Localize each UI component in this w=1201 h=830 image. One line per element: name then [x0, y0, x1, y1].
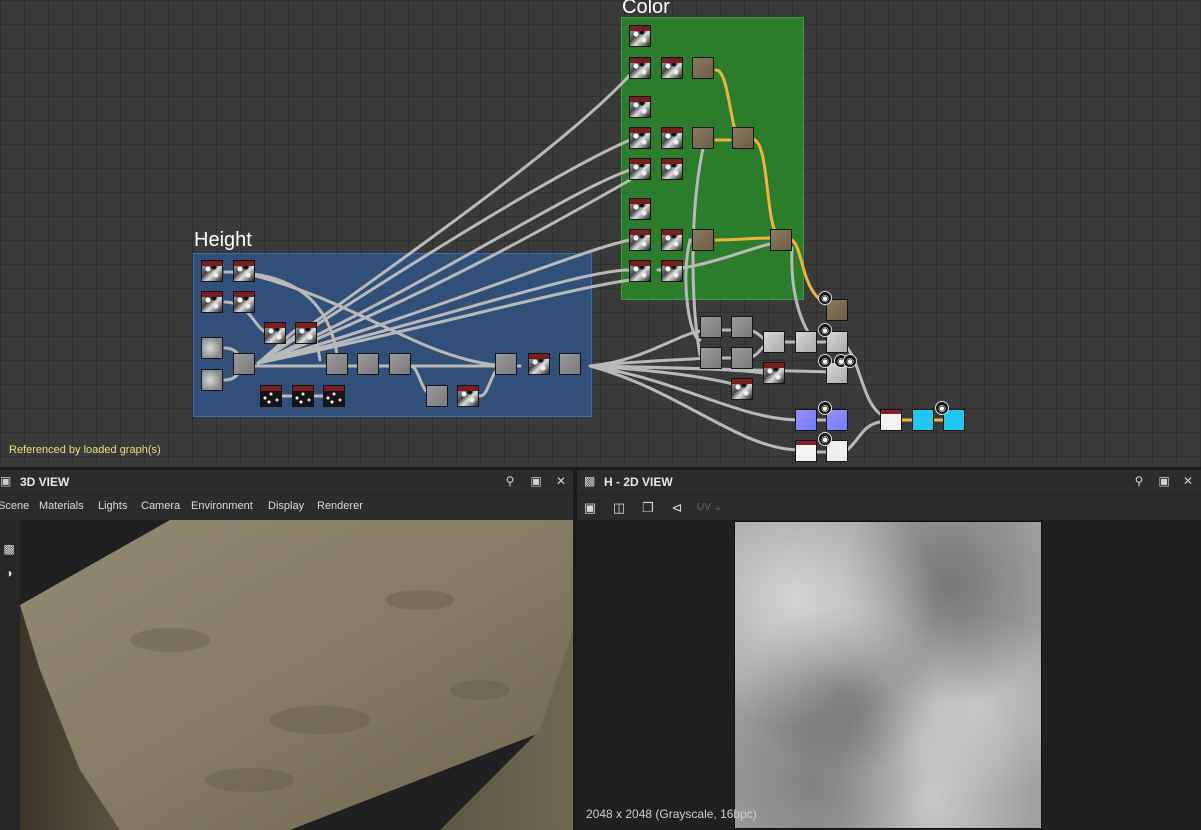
- graph-node[interactable]: [629, 57, 651, 79]
- graph-node[interactable]: [201, 260, 223, 282]
- texture-info: 2048 x 2048 (Grayscale, 16bpc): [586, 807, 757, 821]
- panel-3d-view: ▣ 3D VIEW ⚲ ▣ ✕ Scene Materials Lights C…: [0, 470, 573, 830]
- close-icon[interactable]: ✕: [554, 474, 568, 488]
- graph-node[interactable]: [770, 229, 792, 251]
- graph-node[interactable]: [528, 353, 550, 375]
- panel-2d-toolbar: ▣ ◫ ❐ ⊲ UV ⌄: [577, 496, 1201, 520]
- viewport-2d[interactable]: 2048 x 2048 (Grayscale, 16bpc): [577, 520, 1201, 830]
- panel-3d-title: 3D VIEW: [20, 475, 70, 489]
- panel-2d-view: ▩ H - 2D VIEW ⚲ ▣ ✕ ▣ ◫ ❐ ⊲ UV ⌄ 2048 x …: [577, 470, 1201, 830]
- graph-node[interactable]: [795, 409, 817, 431]
- output-badge-icon: ◉: [818, 291, 832, 305]
- viewport-3d[interactable]: [20, 520, 573, 830]
- graph-node[interactable]: [661, 127, 683, 149]
- graph-node[interactable]: [661, 57, 683, 79]
- graph-node[interactable]: [233, 260, 255, 282]
- output-badge-icon: ◉: [843, 354, 857, 368]
- menu-renderer[interactable]: Renderer: [317, 500, 363, 512]
- graph-node[interactable]: [260, 385, 282, 407]
- menu-display[interactable]: Display: [268, 500, 304, 512]
- graph-node[interactable]: [201, 337, 223, 359]
- graph-node[interactable]: [732, 127, 754, 149]
- checker-icon: ▩: [584, 474, 596, 488]
- graph-node[interactable]: [629, 260, 651, 282]
- cube-icon: ▣: [0, 474, 12, 488]
- graph-node[interactable]: [426, 385, 448, 407]
- share-icon[interactable]: ⊲: [669, 500, 685, 516]
- graph-nodes: ◉ ◉ ◉ ◉ ◉ ◉ ◉ ◉: [0, 0, 1201, 467]
- graph-node[interactable]: [292, 385, 314, 407]
- pin-icon[interactable]: ⚲: [1132, 474, 1146, 488]
- graph-node[interactable]: [731, 316, 753, 338]
- graph-node[interactable]: [201, 291, 223, 313]
- graph-node[interactable]: [629, 96, 651, 118]
- graph-node[interactable]: [357, 353, 379, 375]
- graph-node[interactable]: [795, 440, 817, 462]
- menu-materials[interactable]: Materials: [39, 500, 84, 512]
- output-badge-icon: ◉: [818, 354, 832, 368]
- panel-3d-menubar: Scene Materials Lights Camera Environmen…: [0, 496, 573, 518]
- graph-node[interactable]: [629, 198, 651, 220]
- menu-environment[interactable]: Environment: [191, 500, 253, 512]
- save-icon[interactable]: ◫: [611, 500, 627, 516]
- graph-node[interactable]: [629, 229, 651, 251]
- camera-icon[interactable]: ▩: [2, 542, 16, 556]
- fit-view-icon[interactable]: ▣: [582, 500, 598, 516]
- graph-node[interactable]: [731, 347, 753, 369]
- graph-node[interactable]: [389, 353, 411, 375]
- graph-node[interactable]: [629, 158, 651, 180]
- graph-node[interactable]: [692, 229, 714, 251]
- graph-node[interactable]: [763, 362, 785, 384]
- graph-node[interactable]: [661, 229, 683, 251]
- graph-node[interactable]: [661, 158, 683, 180]
- graph-node[interactable]: [763, 331, 785, 353]
- output-badge-icon: ◉: [818, 401, 832, 415]
- graph-node[interactable]: [692, 127, 714, 149]
- graph-node[interactable]: [629, 127, 651, 149]
- menu-camera[interactable]: Camera: [141, 500, 180, 512]
- panel-3d-titlebar: ▣ 3D VIEW ⚲ ▣ ✕: [0, 470, 573, 495]
- graph-node[interactable]: [700, 347, 722, 369]
- graph-node[interactable]: [629, 25, 651, 47]
- graph-node[interactable]: [692, 57, 714, 79]
- menu-lights[interactable]: Lights: [98, 500, 127, 512]
- pin-icon[interactable]: ⚲: [503, 474, 517, 488]
- graph-node[interactable]: [559, 353, 581, 375]
- panel-3d-left-toolbar: ▩ ◑: [0, 520, 20, 830]
- graph-node[interactable]: [264, 322, 286, 344]
- maximize-icon[interactable]: ▣: [1157, 474, 1171, 488]
- graph-node[interactable]: [661, 260, 683, 282]
- uv-dropdown[interactable]: UV ⌄: [697, 502, 722, 513]
- stone-cube-render: [20, 520, 573, 830]
- graph-node[interactable]: [880, 409, 902, 431]
- chevron-down-icon: ⌄: [713, 502, 723, 513]
- menu-scene[interactable]: Scene: [0, 500, 29, 512]
- output-badge-icon: ◉: [818, 323, 832, 337]
- output-badge-icon: ◉: [818, 432, 832, 446]
- graph-node[interactable]: [457, 385, 479, 407]
- graph-node[interactable]: [795, 331, 817, 353]
- graph-node[interactable]: [912, 409, 934, 431]
- graph-node[interactable]: [731, 378, 753, 400]
- referenced-graph-note: Referenced by loaded graph(s): [9, 444, 161, 456]
- node-graph-canvas[interactable]: Height Color ◉ ◉ ◉ ◉ ◉ ◉ ◉ ◉ Referenced …: [0, 0, 1201, 467]
- graph-node[interactable]: [201, 369, 223, 391]
- uv-label: UV: [697, 502, 711, 513]
- graph-node[interactable]: [295, 322, 317, 344]
- graph-node[interactable]: [326, 353, 348, 375]
- graph-node[interactable]: [233, 353, 255, 375]
- copy-icon[interactable]: ❐: [640, 500, 656, 516]
- height-texture-preview: [734, 521, 1042, 829]
- maximize-icon[interactable]: ▣: [529, 474, 543, 488]
- close-icon[interactable]: ✕: [1181, 474, 1195, 488]
- panel-2d-title: H - 2D VIEW: [604, 475, 673, 489]
- output-badge-icon: ◉: [935, 401, 949, 415]
- graph-node[interactable]: [495, 353, 517, 375]
- graph-node[interactable]: [233, 291, 255, 313]
- light-bulb-icon[interactable]: ◑: [2, 566, 16, 580]
- panel-2d-titlebar: ▩ H - 2D VIEW ⚲ ▣ ✕: [577, 470, 1201, 495]
- graph-node[interactable]: [323, 385, 345, 407]
- graph-node[interactable]: [700, 316, 722, 338]
